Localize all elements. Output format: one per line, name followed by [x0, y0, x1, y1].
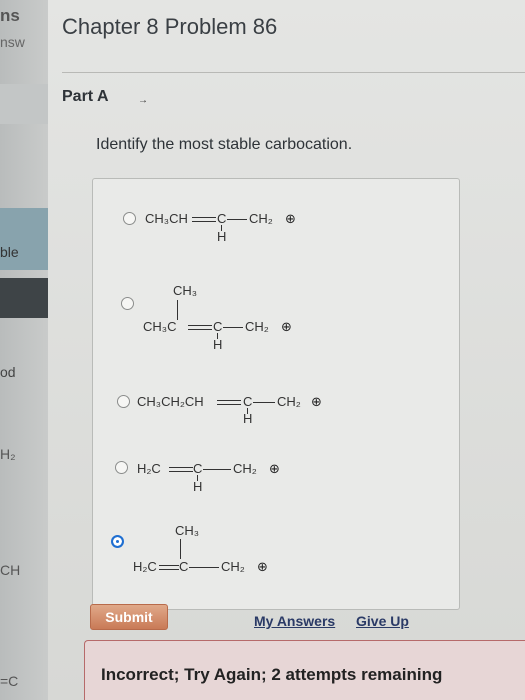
answer-options: CH₃CH C CH₂ ⊕ H CH₃ CH₃C C CH₂ ⊕ H CH₃CH…: [92, 178, 460, 610]
formula-right: CH₂: [233, 461, 257, 476]
hydrogen-label: H: [193, 479, 203, 494]
left-sidebar: ns nsw ble od H₂ CH =C: [0, 0, 48, 700]
answer-option[interactable]: CH₃CH C CH₂ ⊕ H: [93, 207, 459, 257]
sidebar-band: [0, 84, 48, 124]
double-bond: [188, 325, 212, 330]
positive-charge-icon: ⊕: [281, 319, 292, 334]
sidebar-fragment[interactable]: od: [0, 364, 16, 380]
bond-vertical: [180, 539, 181, 559]
arrow-icon: →: [138, 95, 148, 106]
part-label[interactable]: Part A: [62, 88, 109, 106]
positive-charge-icon: ⊕: [285, 211, 296, 226]
formula-center: C: [193, 461, 203, 476]
formula-center: C: [179, 559, 189, 574]
hydrogen-label: H: [243, 411, 253, 426]
submit-button[interactable]: Submit: [90, 604, 168, 630]
title-divider: [62, 72, 525, 73]
positive-charge-icon: ⊕: [269, 461, 280, 476]
double-bond: [169, 467, 193, 472]
formula-left: CH₃CH₂CH: [137, 394, 204, 409]
single-bond: [223, 327, 243, 328]
answer-option-selected[interactable]: CH₃ H₂C C CH₂ ⊕: [93, 521, 459, 591]
formula-left: CH₃CH: [145, 211, 188, 226]
question-text: Identify the most stable carbocation.: [96, 136, 353, 153]
answer-option[interactable]: H₂C C CH₂ ⊕ H: [93, 459, 459, 509]
feedback-message: Incorrect; Try Again; 2 attempts remaini…: [101, 665, 443, 684]
radio-button[interactable]: [117, 395, 130, 408]
double-bond: [192, 217, 216, 222]
sidebar-band-dark: [0, 278, 48, 318]
formula-center: C: [243, 394, 253, 409]
hydrogen-label: H: [217, 229, 227, 244]
formula-right: CH₂: [277, 394, 301, 409]
formula-right: CH₂: [221, 559, 245, 574]
methyl-group: CH₃: [175, 523, 200, 538]
single-bond: [227, 219, 247, 220]
sidebar-fragment[interactable]: =C: [0, 673, 18, 689]
positive-charge-icon: ⊕: [257, 559, 268, 574]
my-answers-link[interactable]: My Answers: [254, 613, 335, 629]
page-title: Chapter 8 Problem 86: [62, 14, 278, 39]
sidebar-fragment[interactable]: ble: [0, 244, 19, 260]
sidebar-fragment[interactable]: CH: [0, 562, 20, 578]
radio-button-selected[interactable]: [111, 535, 124, 548]
formula-center: C: [213, 319, 223, 334]
sidebar-fragment[interactable]: H₂: [0, 446, 16, 462]
double-bond: [217, 400, 241, 405]
formula-left: H₂C: [137, 461, 161, 476]
sidebar-band-highlight: [0, 208, 48, 270]
formula-right: CH₂: [245, 319, 269, 334]
radio-button[interactable]: [115, 461, 128, 474]
hydrogen-label: H: [213, 337, 223, 352]
bond-vertical: [177, 300, 178, 320]
formula-center: C: [217, 211, 227, 226]
feedback-panel: Incorrect; Try Again; 2 attempts remaini…: [84, 640, 525, 700]
answer-option[interactable]: CH₃CH₂CH C CH₂ ⊕ H: [93, 391, 459, 441]
double-bond: [159, 565, 179, 570]
answer-option[interactable]: CH₃ CH₃C C CH₂ ⊕ H: [93, 279, 459, 359]
formula-right: CH₂: [249, 211, 273, 226]
give-up-link[interactable]: Give Up: [356, 613, 409, 629]
radio-button[interactable]: [121, 297, 134, 310]
formula-left: CH₃C: [143, 319, 177, 334]
single-bond: [253, 402, 275, 403]
formula-left: H₂C: [133, 559, 157, 574]
single-bond: [203, 469, 231, 470]
main-content: Chapter 8 Problem 86 Part A → Identify t…: [48, 0, 525, 700]
sidebar-fragment[interactable]: nsw: [0, 34, 25, 50]
methyl-group: CH₃: [173, 283, 198, 298]
sidebar-fragment[interactable]: ns: [0, 6, 20, 26]
radio-button[interactable]: [123, 212, 136, 225]
single-bond: [189, 567, 219, 568]
positive-charge-icon: ⊕: [311, 394, 322, 409]
